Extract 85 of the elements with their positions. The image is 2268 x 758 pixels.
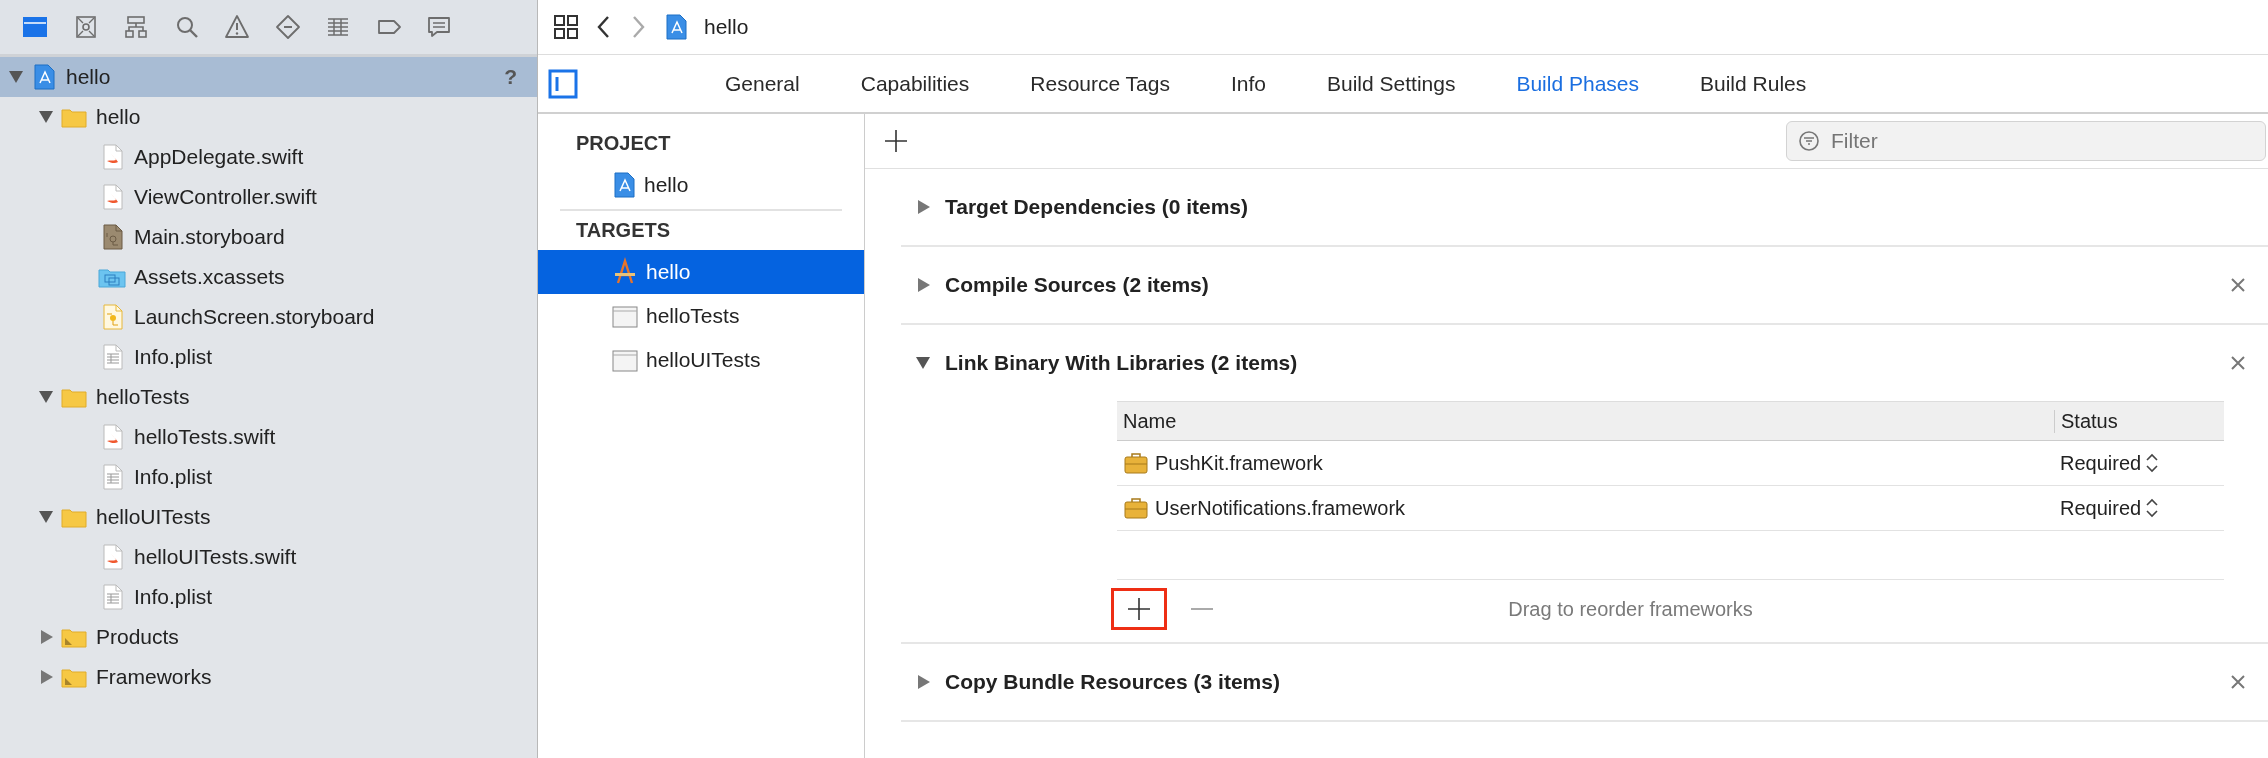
hierarchy-icon[interactable]	[122, 13, 150, 41]
tree-item-label: Assets.xcassets	[134, 265, 286, 289]
sidebar-toggle-icon[interactable]	[548, 68, 578, 99]
tree-row[interactable]: Products	[0, 617, 537, 657]
disclosure-triangle-icon[interactable]	[915, 355, 931, 371]
tree-item-label: Frameworks	[96, 665, 213, 689]
tree-item-label: Products	[96, 625, 180, 649]
tree-row[interactable]: ViewController.swift	[0, 177, 537, 217]
grid-icon[interactable]	[552, 13, 580, 41]
column-header[interactable]: Name	[1117, 409, 2054, 433]
tab[interactable]: Capabilities	[860, 65, 970, 102]
tree-item-label: AppDelegate.swift	[134, 145, 305, 169]
tree-row[interactable]: helloUITests	[0, 497, 537, 537]
status-dropdown[interactable]: Required	[2054, 450, 2224, 476]
breadcrumb[interactable]: hello	[704, 15, 749, 39]
disclosure-triangle-icon[interactable]	[38, 669, 54, 685]
tree-row[interactable]: AppDelegate.swift	[0, 137, 537, 177]
disclosure-triangle-icon[interactable]	[915, 674, 931, 690]
disclosure-triangle-icon[interactable]	[38, 109, 54, 125]
tree-row[interactable]: helloUITests.swift	[0, 537, 537, 577]
tree-row[interactable]: hello ?	[0, 57, 537, 97]
stepper-icon	[2145, 452, 2160, 474]
hint-text: Drag to reorder frameworks	[1507, 597, 1754, 621]
tree-item-label: helloUITests.swift	[134, 545, 298, 569]
target-label: helloUITests	[646, 348, 761, 372]
warning-icon[interactable]	[223, 13, 251, 41]
tab[interactable]: Build Rules	[1700, 65, 1807, 102]
phase-title: Target Dependencies (0 items)	[945, 195, 1250, 219]
question-mark-label: ?	[504, 65, 517, 89]
column-header[interactable]: Status	[2054, 409, 2224, 433]
plus-icon[interactable]	[883, 128, 909, 154]
tree-item-label: helloUITests	[96, 505, 212, 529]
phase-title: Link Binary With Libraries (2 items)	[945, 351, 1299, 375]
toolbox-icon	[1123, 496, 1149, 520]
tree-row[interactable]: helloTests.swift	[0, 417, 537, 457]
target-item[interactable]: hello	[538, 250, 864, 294]
target-item[interactable]: helloTests	[538, 294, 864, 338]
tree-row[interactable]: Info.plist	[0, 457, 537, 497]
phase-title: Compile Sources (2 items)	[945, 273, 1210, 297]
target-item[interactable]: helloUITests	[538, 338, 864, 382]
phase-title: Copy Bundle Resources (3 items)	[945, 670, 1281, 694]
tree-item-label: Main.storyboard	[134, 225, 286, 249]
tree-row[interactable]: Assets.xcassets	[0, 257, 537, 297]
toolbox-icon	[1123, 451, 1149, 475]
tab[interactable]: Build Phases	[1516, 65, 1639, 102]
tree-item-label: Info.plist	[134, 345, 214, 369]
tree-item-label: Info.plist	[134, 465, 214, 489]
disclosure-triangle-icon[interactable]	[38, 629, 54, 645]
tree-item-label: LaunchScreen.storyboard	[134, 305, 376, 329]
tree-row[interactable]: Main.storyboard	[0, 217, 537, 257]
status-dropdown[interactable]: Required	[2054, 495, 2224, 521]
section-heading: TARGETS	[575, 218, 672, 243]
tree-item-label: ViewController.swift	[134, 185, 318, 209]
framework-name: PushKit.framework	[1155, 451, 1323, 475]
disclosure-triangle-icon[interactable]	[915, 199, 931, 215]
tab[interactable]: Resource Tags	[1030, 65, 1170, 102]
tree-item-label: hello	[96, 105, 142, 129]
target-label: helloTests	[646, 304, 740, 328]
disclosure-triangle-icon[interactable]	[8, 69, 24, 85]
section-heading: PROJECT	[575, 131, 672, 156]
tree-row[interactable]: helloTests	[0, 377, 537, 417]
tree-item-label: hello	[66, 65, 112, 89]
tree-row[interactable]: LaunchScreen.storyboard	[0, 297, 537, 337]
disclosure-triangle-icon[interactable]	[38, 509, 54, 525]
tree-item-label: helloTests	[96, 385, 191, 409]
tree-row[interactable]: Info.plist	[0, 337, 537, 377]
add-framework-button[interactable]	[1111, 588, 1167, 630]
stepper-icon	[2145, 497, 2160, 519]
diamond-minus-icon[interactable]	[273, 13, 302, 41]
tree-item-label: helloTests.swift	[134, 425, 277, 449]
filter-field[interactable]: Filter	[1786, 121, 2266, 161]
tab[interactable]: General	[725, 65, 800, 102]
project-item[interactable]: hello	[538, 163, 864, 207]
tab[interactable]: Build Settings	[1327, 65, 1456, 102]
tree-row[interactable]: hello	[0, 97, 537, 137]
tree-item-label: Info.plist	[134, 585, 214, 609]
project-label: hello	[644, 173, 689, 197]
plus-icon	[1127, 597, 1151, 621]
disclosure-triangle-icon[interactable]	[915, 277, 931, 293]
disclosure-triangle-icon[interactable]	[38, 389, 54, 405]
tab[interactable]: Info	[1231, 65, 1266, 102]
tree-row[interactable]: Info.plist	[0, 577, 537, 617]
target-label: hello	[646, 260, 691, 284]
framework-name: UserNotifications.framework	[1155, 496, 1406, 520]
tree-row[interactable]: Frameworks	[0, 657, 537, 697]
